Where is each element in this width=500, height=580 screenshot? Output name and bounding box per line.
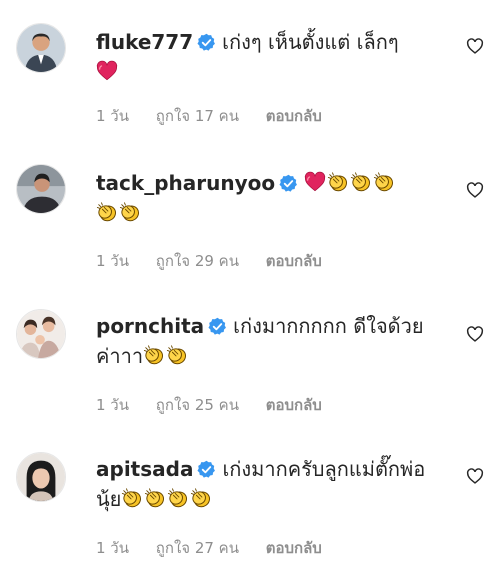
comment-meta: 1 วัน ถูกใจ 29 คน ตอบกลับ <box>96 251 344 271</box>
reply-button[interactable]: ตอบกลับ <box>266 107 322 125</box>
comment-line-1: fluke777 เก่งๆ เห็นตั้งแต่ เล็กๆ <box>96 27 451 57</box>
comment-time: 1 วัน <box>96 396 129 414</box>
avatar-apitsada[interactable] <box>16 452 66 502</box>
comment-line-2 <box>96 198 451 228</box>
comment-time: 1 วัน <box>96 252 129 270</box>
comment-meta: 1 วัน ถูกใจ 17 คน ตอบกลับ <box>96 106 344 126</box>
avatar-pornchita[interactable] <box>16 309 66 359</box>
comment-username[interactable]: apitsada <box>96 457 193 481</box>
comment-text: เก่งๆ เห็นตั้งแต่ เล็กๆ <box>222 30 399 54</box>
comment-likes-count[interactable]: ถูกใจ 29 คน <box>156 252 239 270</box>
clapping-hands-icon <box>96 201 118 223</box>
comment-username[interactable]: pornchita <box>96 314 204 338</box>
comment-body: pornchita เก่งมากกกกก ดีใจด้วย ค่าาา <box>96 311 451 371</box>
comment-time: 1 วัน <box>96 539 129 557</box>
comment-feed: fluke777 เก่งๆ เห็นตั้งแต่ เล็กๆ 1 วัน ถู… <box>0 0 500 580</box>
verified-badge-icon <box>208 317 227 336</box>
comment-likes-count[interactable]: ถูกใจ 27 คน <box>156 539 239 557</box>
reply-button[interactable]: ตอบกลับ <box>266 539 322 557</box>
comment-text-continued: ค่าาา <box>96 344 144 368</box>
avatar-tack-pharunyoo[interactable] <box>16 164 66 214</box>
comment-line-1: pornchita เก่งมากกกกก ดีใจด้วย <box>96 311 451 341</box>
like-heart-icon[interactable] <box>466 182 484 198</box>
red-heart-icon <box>304 171 326 193</box>
like-heart-icon[interactable] <box>466 468 484 484</box>
comment-text: เก่งมากกกกก ดีใจด้วย <box>233 314 424 338</box>
clapping-hands-icon <box>373 171 395 193</box>
verified-badge-icon <box>197 33 216 52</box>
comment-body: fluke777 เก่งๆ เห็นตั้งแต่ เล็กๆ <box>96 27 451 87</box>
reply-button[interactable]: ตอบกลับ <box>266 252 322 270</box>
clapping-hands-icon <box>119 201 141 223</box>
clapping-hands-icon <box>350 171 372 193</box>
clapping-hands-icon <box>144 487 166 509</box>
comment-likes-count[interactable]: ถูกใจ 17 คน <box>156 107 239 125</box>
comment-username[interactable]: tack_pharunyoo <box>96 171 275 195</box>
clapping-hands-icon <box>327 171 349 193</box>
comment-line-1: tack_pharunyoo <box>96 168 451 198</box>
like-heart-icon[interactable] <box>466 326 484 342</box>
comment-line-2 <box>96 57 451 87</box>
clapping-hands-icon <box>190 487 212 509</box>
comment-line-2: นุ้ย <box>96 484 451 514</box>
clapping-hands-icon <box>143 344 165 366</box>
comment-meta: 1 วัน ถูกใจ 27 คน ตอบกลับ <box>96 538 344 558</box>
comment-text: เก่งมากครับลูกแม่ตั๊กพ่อ <box>222 457 426 481</box>
comment-meta: 1 วัน ถูกใจ 25 คน ตอบกลับ <box>96 395 344 415</box>
comment-line-1: apitsada เก่งมากครับลูกแม่ตั๊กพ่อ <box>96 454 451 484</box>
verified-badge-icon <box>279 174 298 193</box>
comment-body: apitsada เก่งมากครับลูกแม่ตั๊กพ่อ นุ้ย <box>96 454 451 514</box>
reply-button[interactable]: ตอบกลับ <box>266 396 322 414</box>
clapping-hands-icon <box>167 487 189 509</box>
comment-username[interactable]: fluke777 <box>96 30 193 54</box>
like-heart-icon[interactable] <box>466 38 484 54</box>
verified-badge-icon <box>197 460 216 479</box>
comment-line-2: ค่าาา <box>96 341 451 371</box>
comment-time: 1 วัน <box>96 107 129 125</box>
comment-likes-count[interactable]: ถูกใจ 25 คน <box>156 396 239 414</box>
clapping-hands-icon <box>121 487 143 509</box>
comment-text-continued: นุ้ย <box>96 487 122 511</box>
comment-body: tack_pharunyoo <box>96 168 451 228</box>
clapping-hands-icon <box>166 344 188 366</box>
red-heart-icon <box>96 60 118 82</box>
avatar-fluke777[interactable] <box>16 23 66 73</box>
